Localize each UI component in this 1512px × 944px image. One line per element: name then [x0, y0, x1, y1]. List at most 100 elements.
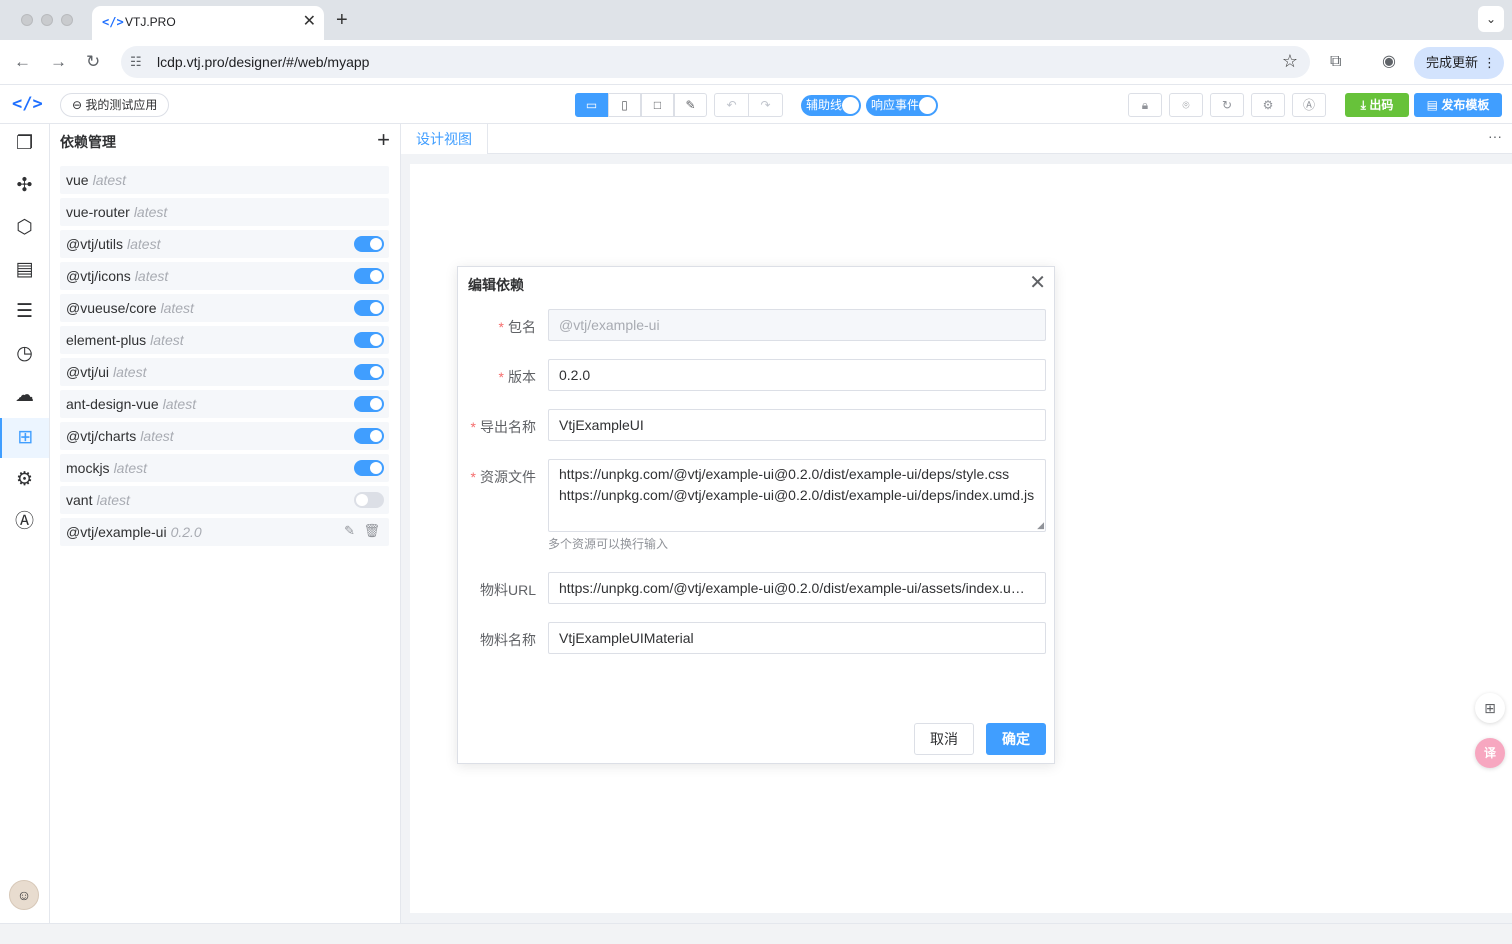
more-dots-icon[interactable]: ···	[1488, 128, 1502, 144]
events-label: 响应事件	[871, 98, 920, 112]
dependency-item[interactable]: ant-design-vue latest	[60, 390, 389, 418]
app-switcher-button[interactable]: ⊖ 我的测试应用	[60, 93, 170, 117]
dependency-item[interactable]: element-plus latest	[60, 326, 389, 354]
bookmark-star-icon[interactable]: ☆	[1282, 51, 1298, 72]
close-window-icon[interactable]	[21, 14, 33, 26]
dependency-item[interactable]: @vtj/charts latest	[60, 422, 389, 450]
export-name-input[interactable]: VtjExampleUI	[548, 409, 1046, 441]
new-tab-button[interactable]: +	[336, 9, 348, 31]
export-name-label: * 导出名称	[470, 419, 536, 435]
dependency-item[interactable]: vant latest	[60, 486, 389, 514]
plugin-icon[interactable]: ✣	[0, 166, 49, 206]
history-icon[interactable]: ◷	[0, 334, 49, 374]
desktop-view-button[interactable]: ▭	[575, 93, 608, 117]
edit-pencil-icon[interactable]: ✎	[344, 523, 355, 539]
guides-toggle[interactable]: 辅助线	[801, 95, 861, 116]
publish-template-button[interactable]: ▤ 发布模板	[1414, 93, 1502, 117]
dialog-close-icon[interactable]: ✕	[1029, 271, 1046, 295]
dependency-item[interactable]: @vtj/icons latest	[60, 262, 389, 290]
assets-textarea[interactable]: https://unpkg.com/@vtj/example-ui@0.2.0/…	[548, 459, 1046, 532]
lock-icon: 🔒︎	[1141, 98, 1149, 112]
widget-add-icon[interactable]: ⊞	[1475, 693, 1505, 723]
refresh-button[interactable]: ↻	[1210, 93, 1244, 117]
dependency-item[interactable]: @vueuse/core latest	[60, 294, 389, 322]
events-toggle[interactable]: 响应事件	[866, 95, 938, 116]
back-arrow-icon[interactable]: ←	[14, 52, 31, 72]
dependency-item[interactable]: vue-router latest	[60, 198, 389, 226]
ai-assistant-icon[interactable]: Ⓐ	[0, 502, 49, 542]
mobile-view-button[interactable]: ▯	[608, 93, 641, 117]
dependency-name: @vtj/icons	[66, 268, 131, 284]
update-button[interactable]: 完成更新 ⋮	[1414, 47, 1504, 79]
dependency-enable-switch[interactable]	[354, 332, 384, 348]
dependency-name: vue	[66, 172, 89, 188]
dependency-enable-switch[interactable]	[354, 460, 384, 476]
dependency-enable-switch[interactable]	[354, 300, 384, 316]
delete-trash-icon[interactable]: 🗑︎	[363, 523, 380, 539]
maximize-window-icon[interactable]	[61, 14, 73, 26]
dependency-item[interactable]: @vtj/example-ui 0.2.0 ✎ 🗑︎	[60, 518, 389, 546]
version-input[interactable]: 0.2.0	[548, 359, 1046, 391]
dependency-item[interactable]: @vtj/ui latest	[60, 358, 389, 386]
api-cloud-icon[interactable]: ☁	[0, 376, 49, 416]
dependency-enable-switch[interactable]	[354, 236, 384, 252]
dependency-enable-switch[interactable]	[354, 492, 384, 508]
settings-gear-icon[interactable]: ⚙	[0, 460, 49, 500]
redo-button[interactable]: ↷	[748, 93, 783, 117]
refresh-icon: ↻	[1221, 98, 1233, 112]
material-url-label: 物料URL	[479, 582, 536, 598]
browser-tab[interactable]: </> VTJ.PRO ✕	[92, 6, 324, 40]
undo-button[interactable]: ↶	[714, 93, 749, 117]
resize-handle-icon[interactable]: ◢	[1037, 521, 1044, 530]
dependency-version: latest	[96, 492, 130, 508]
dependency-version: 0.2.0	[170, 524, 202, 540]
edit-mode-button[interactable]: ✎	[674, 93, 707, 117]
cancel-button[interactable]: 取消	[914, 723, 974, 755]
layout-icon[interactable]: ▤	[0, 250, 49, 290]
tab-search-button[interactable]: ⌄	[1478, 6, 1504, 32]
components-cube-icon[interactable]: ⬡	[0, 208, 49, 248]
dependency-enable-switch[interactable]	[354, 268, 384, 284]
dependencies-grid-icon[interactable]: ⊞	[0, 418, 49, 458]
dependency-version: latest	[92, 172, 127, 188]
desktop-icon: ▭	[585, 98, 598, 112]
tab-design-view[interactable]: 设计视图	[401, 124, 488, 154]
minimize-window-icon[interactable]	[41, 14, 53, 26]
outline-tree-icon[interactable]: ☰	[0, 292, 49, 332]
dependency-item[interactable]: vue latest	[60, 166, 389, 194]
tablet-view-button[interactable]: □	[641, 93, 674, 117]
material-url-input[interactable]: https://unpkg.com/@vtj/example-ui@0.2.0/…	[548, 572, 1046, 604]
profile-icon[interactable]: ◉	[1382, 52, 1396, 72]
url-text[interactable]: lcdp.vtj.pro/designer/#/web/myapp	[157, 54, 369, 70]
dependency-enable-switch[interactable]	[354, 428, 384, 444]
address-bar[interactable]: ☷ lcdp.vtj.pro/designer/#/web/myapp ☆	[121, 46, 1310, 78]
extensions-icon[interactable]: ⧉	[1330, 52, 1341, 72]
reload-icon[interactable]: ↻	[86, 52, 100, 72]
redo-icon: ↷	[760, 98, 771, 112]
site-settings-icon[interactable]: ☷	[130, 54, 142, 70]
settings-button[interactable]: ⚙	[1251, 93, 1285, 117]
dependency-enable-switch[interactable]	[354, 396, 384, 412]
edit-dependency-dialog: 编辑依赖 ✕ * 包名 @vtj/example-ui * 版本 0.2.0 * 导出…	[457, 266, 1055, 764]
back-circle-icon: ⊖	[72, 98, 83, 112]
export-code-button[interactable]: ⤓ 出码	[1345, 93, 1409, 117]
update-label: 完成更新	[1426, 55, 1479, 70]
dependency-version: latest	[134, 268, 169, 284]
preview-button[interactable]: ⌾	[1169, 93, 1203, 117]
pages-icon[interactable]: ❐	[0, 124, 49, 164]
dependency-version: latest	[113, 460, 148, 476]
material-name-input[interactable]: VtjExampleUIMaterial	[548, 622, 1046, 654]
user-avatar[interactable]: ☺	[9, 880, 39, 910]
ai-button[interactable]: Ⓐ	[1292, 93, 1326, 117]
dependency-version: latest	[150, 332, 184, 348]
tab-close-icon[interactable]: ✕	[303, 13, 316, 31]
dependency-item[interactable]: mockjs latest	[60, 454, 389, 482]
confirm-button[interactable]: 确定	[986, 723, 1046, 755]
translate-icon[interactable]: 译	[1475, 738, 1505, 768]
add-dependency-button[interactable]: +	[377, 128, 390, 152]
dependency-enable-switch[interactable]	[354, 364, 384, 380]
forward-arrow-icon[interactable]: →	[50, 52, 67, 72]
dependency-item[interactable]: @vtj/utils latest	[60, 230, 389, 258]
lock-button[interactable]: 🔒︎	[1128, 93, 1162, 117]
vtj-favicon-icon: </>	[102, 15, 124, 29]
